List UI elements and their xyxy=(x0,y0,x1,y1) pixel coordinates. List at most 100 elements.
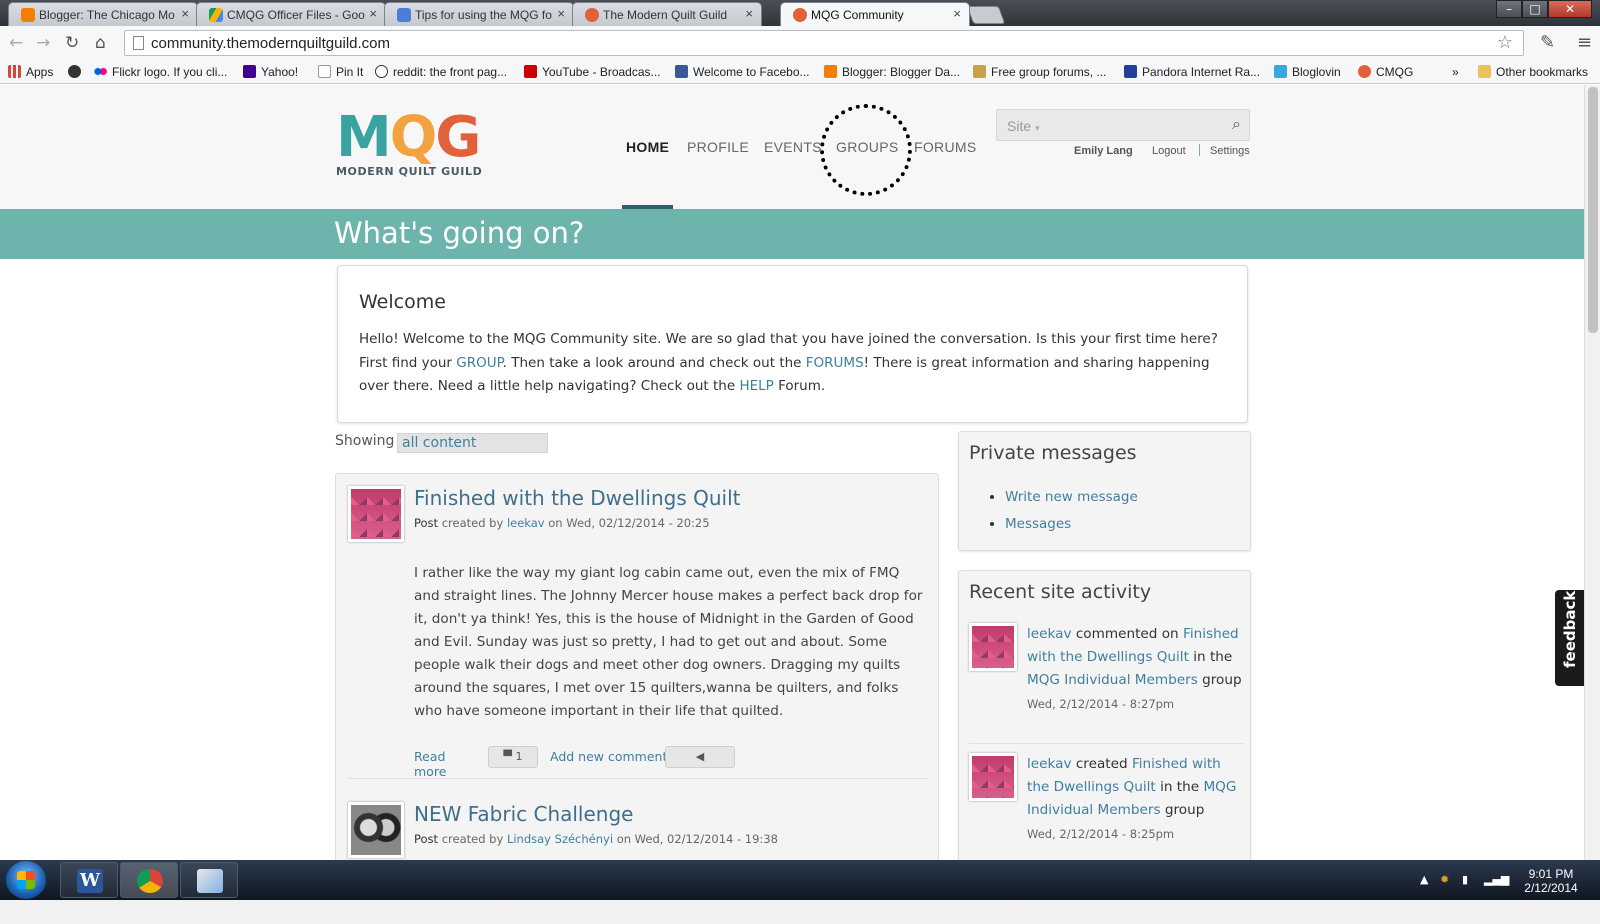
comment-count-button[interactable]: ▀ 1 xyxy=(488,746,538,768)
browser-tab-tips[interactable]: Tips for using the MQG fo × xyxy=(384,2,574,26)
nav-forums[interactable]: FORUMS xyxy=(914,139,976,155)
browser-tab-cmqg-officer-files[interactable]: CMQG Officer Files - Goo × xyxy=(196,2,386,26)
maximize-window-button[interactable]: □ xyxy=(1522,0,1548,18)
user-name-link[interactable]: Emily Lang xyxy=(1074,145,1133,157)
taskbar-paint[interactable] xyxy=(180,862,238,898)
activity-user-link[interactable]: leekav xyxy=(1027,756,1072,772)
bookmark-cmqg[interactable]: CMQG xyxy=(1358,65,1413,79)
tab-label: Tips for using the MQG fo xyxy=(415,8,552,22)
content-filter-select[interactable]: all content xyxy=(397,433,548,453)
browser-tab-blogger[interactable]: Blogger: The Chicago Mo × xyxy=(8,2,198,26)
bookmark-blogger[interactable]: Blogger: Blogger Da... xyxy=(824,65,960,79)
megaphone-icon: ◀ xyxy=(695,750,705,763)
author-link[interactable]: Lindsay Széchényi xyxy=(507,832,613,846)
close-tab-icon[interactable]: × xyxy=(557,6,565,21)
user-avatar[interactable] xyxy=(348,486,404,542)
close-tab-icon[interactable]: × xyxy=(181,6,189,21)
extension-icon[interactable]: ✎ xyxy=(1540,32,1555,53)
activity-feed: Finished with the Dwellings Quilt Post c… xyxy=(335,473,939,860)
folder-icon xyxy=(1478,65,1491,78)
close-tab-icon[interactable]: × xyxy=(953,6,961,21)
system-clock[interactable]: 9:01 PM 2/12/2014 xyxy=(1516,867,1586,895)
settings-link[interactable]: Settings xyxy=(1210,145,1250,157)
new-tab-button[interactable] xyxy=(966,6,1006,24)
home-icon[interactable]: ⌂ xyxy=(95,33,106,53)
nav-home[interactable]: HOME xyxy=(626,139,669,155)
recent-activity-title: Recent site activity xyxy=(969,581,1152,603)
bookmark-pin-it[interactable]: Pin It xyxy=(318,65,363,79)
chrome-icon xyxy=(137,869,163,893)
more-bookmarks-chevron[interactable]: » xyxy=(1452,65,1459,79)
browser-tab-strip: Blogger: The Chicago Mo × CMQG Officer F… xyxy=(0,0,1600,26)
scrollbar-thumb[interactable] xyxy=(1588,87,1598,333)
post-title-link[interactable]: NEW Fabric Challenge xyxy=(414,802,633,826)
share-button[interactable]: ◀ xyxy=(665,746,735,768)
forums-link[interactable]: FORUMS xyxy=(806,355,864,371)
search-icon[interactable]: ⌕ xyxy=(1232,114,1241,134)
start-button[interactable] xyxy=(6,861,46,899)
bookmark-pandora[interactable]: Pandora Internet Ra... xyxy=(1124,65,1260,79)
help-link[interactable]: HELP xyxy=(739,378,773,394)
globe-icon xyxy=(68,65,81,78)
logout-link[interactable]: Logout xyxy=(1152,145,1186,157)
feed-post: NEW Fabric Challenge Post created by Lin… xyxy=(336,792,940,860)
post-title-link[interactable]: Finished with the Dwellings Quilt xyxy=(414,486,741,510)
youtube-icon xyxy=(524,65,537,78)
show-hidden-icons[interactable]: ▲ xyxy=(1420,873,1428,886)
tray-app-icon[interactable]: ✹ xyxy=(1440,873,1449,886)
user-avatar[interactable] xyxy=(969,753,1017,801)
divider xyxy=(969,743,1244,744)
private-messages-title: Private messages xyxy=(969,442,1137,464)
close-tab-icon[interactable]: × xyxy=(369,6,377,21)
add-comment-link[interactable]: Add new comment xyxy=(550,749,667,764)
bookmark-unnamed[interactable] xyxy=(68,65,86,79)
page-icon xyxy=(133,36,144,50)
browser-tab-mqg-community[interactable]: MQG Community × xyxy=(780,2,970,26)
bookmark-star-icon[interactable]: ☆ xyxy=(1497,32,1513,53)
bookmark-facebook[interactable]: Welcome to Facebo... xyxy=(675,65,810,79)
bookmark-bloglovin[interactable]: Bloglovin xyxy=(1274,65,1341,79)
bookmark-flickr[interactable]: Flickr logo. If you cli... xyxy=(94,65,227,79)
bookmark-other[interactable]: Other bookmarks xyxy=(1478,65,1588,79)
address-bar[interactable]: community.themodernquiltguild.com ☆ xyxy=(124,30,1524,56)
close-window-button[interactable]: ✕ xyxy=(1548,0,1592,18)
back-arrow-icon[interactable]: ← xyxy=(9,33,23,53)
bookmark-youtube[interactable]: YouTube - Broadcas... xyxy=(524,65,661,79)
taskbar-word[interactable]: W xyxy=(60,862,118,898)
reload-icon[interactable]: ↻ xyxy=(65,33,79,53)
activity-group-link[interactable]: MQG Individual Members xyxy=(1027,672,1198,688)
messages-link[interactable]: Messages xyxy=(1005,516,1071,532)
bookmark-apps[interactable]: Apps xyxy=(8,65,53,79)
divider xyxy=(1199,144,1200,156)
browser-tab-modern-quilt-guild[interactable]: The Modern Quilt Guild × xyxy=(572,2,762,26)
feedback-tab[interactable]: feedback xyxy=(1555,590,1584,686)
power-icon[interactable]: ▮ xyxy=(1462,873,1468,886)
recent-activity-block: Recent site activity leekav commented on… xyxy=(958,570,1251,860)
write-new-message-link[interactable]: Write new message xyxy=(1005,489,1138,505)
page-scrollbar[interactable] xyxy=(1584,85,1600,860)
menu-icon[interactable]: ≡ xyxy=(1577,32,1592,53)
bookmark-yahoo[interactable]: Yahoo! xyxy=(243,65,298,79)
taskbar-chrome[interactable] xyxy=(120,862,178,898)
nav-events[interactable]: EVENTS xyxy=(764,139,822,155)
bookmark-reddit[interactable]: reddit: the front pag... xyxy=(375,65,507,79)
network-icon[interactable]: ▂▄▆ xyxy=(1484,873,1509,886)
user-avatar[interactable] xyxy=(969,623,1017,671)
user-avatar[interactable] xyxy=(348,802,404,858)
group-link[interactable]: GROUP xyxy=(456,355,502,371)
nav-profile[interactable]: PROFILE xyxy=(687,139,749,155)
author-link[interactable]: leekav xyxy=(507,516,545,530)
read-more-link[interactable]: Read more xyxy=(414,749,446,779)
feed-post: Finished with the Dwellings Quilt Post c… xyxy=(336,474,940,784)
document-icon xyxy=(397,8,411,22)
site-search-input[interactable]: Site ▾ ⌕ xyxy=(996,109,1250,141)
bookmark-free-group-forums[interactable]: Free group forums, ... xyxy=(973,65,1106,79)
close-tab-icon[interactable]: × xyxy=(745,6,753,21)
activity-user-link[interactable]: leekav xyxy=(1027,626,1072,642)
bottom-strip xyxy=(0,900,1600,924)
mqg-logo[interactable]: MQG MODERN QUILT GUILD xyxy=(336,110,482,179)
welcome-title: Welcome xyxy=(359,291,446,313)
site-header: MQG MODERN QUILT GUILD HOME PROFILE EVEN… xyxy=(0,85,1584,209)
minimize-window-button[interactable]: – xyxy=(1496,0,1522,18)
forward-arrow-icon[interactable]: → xyxy=(36,33,50,53)
